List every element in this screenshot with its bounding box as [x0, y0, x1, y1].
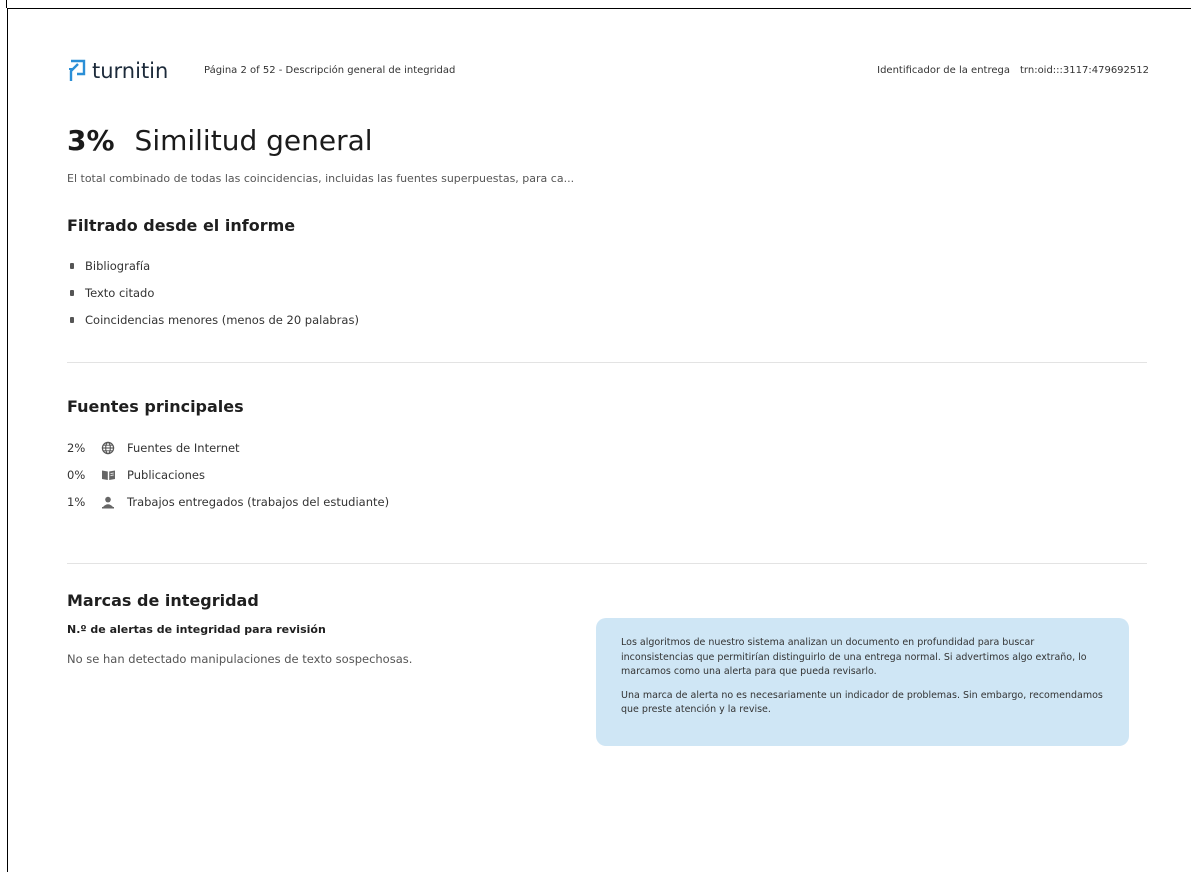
person-icon	[101, 496, 127, 509]
bullet-icon	[70, 317, 74, 323]
book-icon	[101, 469, 127, 481]
similarity-title: Similitud general	[134, 124, 373, 157]
submission-id: Identificador de la entrega trn:oid:::311…	[877, 65, 1149, 76]
submission-id-label: Identificador de la entrega	[877, 65, 1010, 76]
source-label: Trabajos entregados (trabajos del estudi…	[127, 495, 390, 509]
source-percent: 2%	[67, 441, 86, 455]
integrity-subheading: N.º de alertas de integridad para revisi…	[67, 623, 326, 636]
sources-heading: Fuentes principales	[67, 397, 244, 416]
turnitin-logo: turnitin	[67, 54, 168, 88]
similarity-percent: 3%	[67, 124, 115, 157]
page-title: 3% Similitud general	[67, 124, 373, 157]
list-item: Coincidencias menores (menos de 20 palab…	[70, 313, 359, 340]
list-item: Texto citado	[70, 286, 359, 313]
source-row-internet: 2% Fuentes de Internet	[67, 439, 389, 457]
sources-list: 2% Fuentes de Internet 0% Publicaciones …	[67, 439, 389, 520]
info-paragraph: Una marca de alerta no es necesariamente…	[621, 689, 1103, 716]
globe-icon	[101, 441, 127, 455]
filtered-heading: Filtrado desde el informe	[67, 216, 296, 235]
source-percent: 1%	[67, 495, 86, 509]
list-item: Bibliografía	[70, 259, 359, 286]
turnitin-logo-icon	[69, 59, 86, 81]
submission-id-value: trn:oid:::3117:479692512	[1020, 65, 1149, 76]
bullet-icon	[70, 263, 74, 269]
page-info: Página 2 of 52 - Descripción general de …	[204, 65, 456, 76]
integrity-status: No se han detectado manipulaciones de te…	[67, 652, 413, 666]
info-paragraph: Los algoritmos de nuestro sistema analiz…	[621, 637, 1087, 677]
source-row-publications: 0% Publicaciones	[67, 466, 389, 484]
integrity-heading: Marcas de integridad	[67, 591, 259, 610]
filtered-list: Bibliografía Texto citado Coincidencias …	[70, 259, 359, 340]
integrity-info-box: Los algoritmos de nuestro sistema analiz…	[596, 618, 1129, 746]
report-header: turnitin Página 2 of 52 - Descripción ge…	[67, 54, 1149, 88]
source-percent: 0%	[67, 468, 86, 482]
bullet-icon	[70, 290, 74, 296]
section-divider	[67, 362, 1147, 363]
source-label: Fuentes de Internet	[127, 441, 240, 455]
similarity-description: El total combinado de todas las coincide…	[67, 172, 575, 185]
source-label: Publicaciones	[127, 468, 205, 482]
section-divider	[67, 563, 1147, 564]
corner-mark	[0, 0, 7, 8]
source-row-submitted-works: 1% Trabajos entregados (trabajos del est…	[67, 493, 389, 511]
logo-text: turnitin	[92, 59, 169, 83]
